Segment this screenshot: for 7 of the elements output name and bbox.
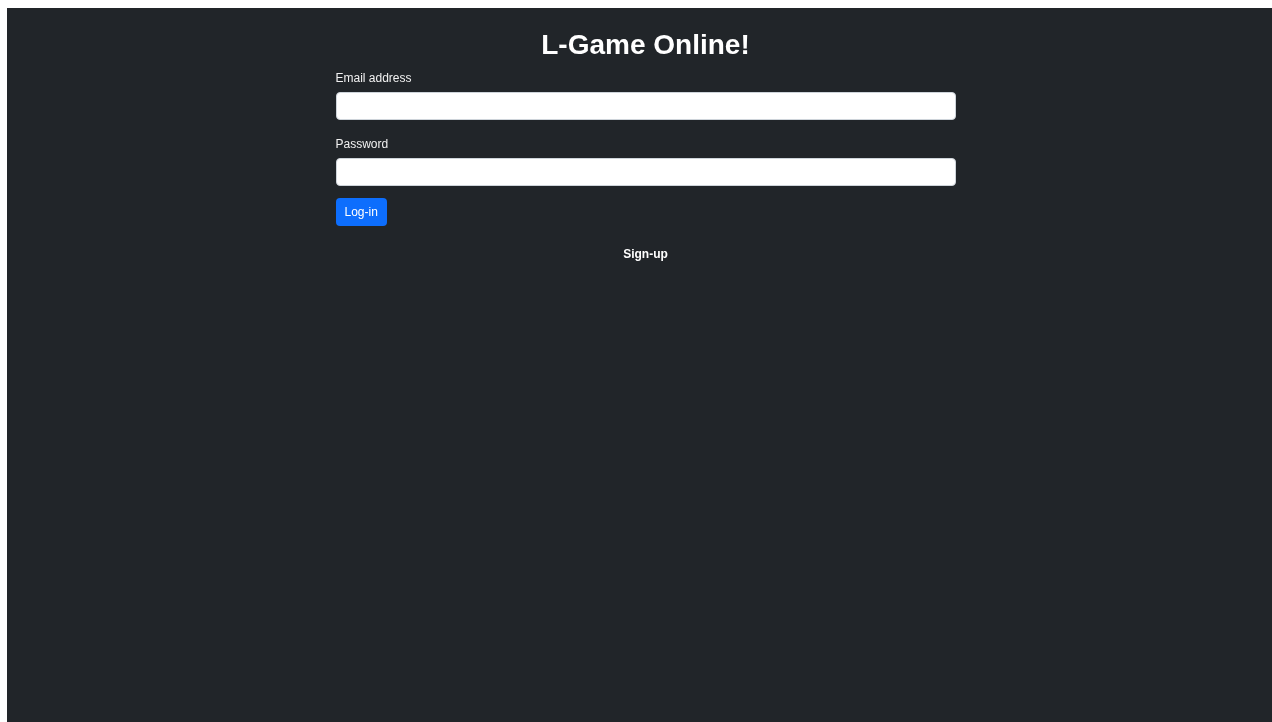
field-label: Email address	[335, 70, 412, 86]
field-label: Password	[335, 136, 389, 152]
input-field[interactable]	[335, 92, 956, 120]
signup-link[interactable]: Sign-up	[623, 247, 668, 261]
input-field[interactable]	[335, 158, 956, 186]
login-button[interactable]: Log-in	[335, 198, 387, 226]
app-title: L-Game Online!	[541, 28, 750, 62]
